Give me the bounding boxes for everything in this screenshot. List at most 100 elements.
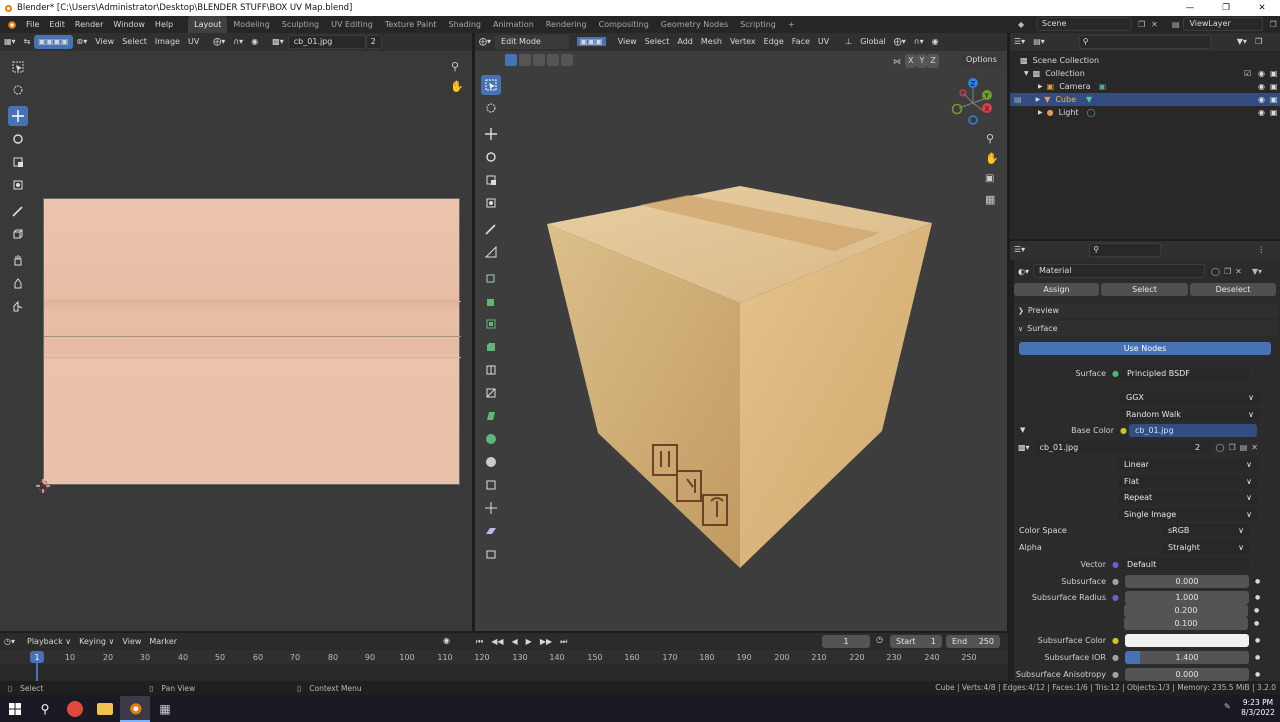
editor-type-icon[interactable]: ☰▾ <box>1010 243 1029 257</box>
pivot-icon[interactable]: ⨁▾ <box>209 35 229 49</box>
keyframe-dot-icon[interactable]: ● <box>1255 578 1260 585</box>
blender-menu-icon[interactable] <box>6 19 17 30</box>
add-workspace-icon[interactable]: + <box>782 16 801 33</box>
expand-arrow-icon[interactable]: ▶ <box>1038 83 1043 90</box>
color-space-dropdown[interactable]: sRGB ∨ <box>1162 523 1250 537</box>
blender-app-icon[interactable] <box>120 695 150 722</box>
subsurface-radius-z[interactable]: 0.100 <box>1124 616 1248 630</box>
camera-view-icon[interactable]: ▣ <box>985 173 994 184</box>
vp-menu-mesh[interactable]: Mesh <box>697 35 726 49</box>
timeline-menu-marker[interactable]: Marker <box>145 635 181 649</box>
proportional-icon[interactable]: ◉ <box>928 35 943 49</box>
panel-surface-header[interactable]: ∨ Surface <box>1014 321 1278 336</box>
select-subtract-icon[interactable] <box>533 54 545 66</box>
timeline-menu-view[interactable]: View <box>118 635 145 649</box>
filter-icon[interactable]: ▼▾ <box>1252 267 1262 276</box>
camera-render-icon[interactable]: ▣ <box>1270 69 1278 78</box>
vp-menu-face[interactable]: Face <box>788 35 814 49</box>
rip-region-tool[interactable] <box>481 544 501 564</box>
base-color-link-field[interactable]: cb_01.jpg <box>1128 423 1257 437</box>
camera-render-icon[interactable]: ▣ <box>1270 95 1278 104</box>
select-new-icon[interactable] <box>505 54 517 66</box>
play-reverse-icon[interactable]: ◀ <box>508 635 522 649</box>
close-icon[interactable]: ✕ <box>1244 3 1280 13</box>
menu-window[interactable]: Window <box>108 16 150 33</box>
unlink-image-icon[interactable]: ✕ <box>1251 443 1258 452</box>
zoom-icon[interactable]: ⚲ <box>451 60 459 73</box>
select-mode-icons[interactable]: ▣▣▣▣ <box>34 35 73 49</box>
snap-icon[interactable]: ∩▾ <box>229 35 247 49</box>
open-folder-icon[interactable]: ▤ <box>1240 443 1248 452</box>
select-button[interactable]: Select <box>1101 282 1188 296</box>
interpolation-dropdown[interactable]: Linear ∨ <box>1118 457 1258 471</box>
image-users-count[interactable]: 2 <box>365 35 382 49</box>
editor-type-icon[interactable]: ⨁▾ <box>475 35 495 49</box>
scale-tool[interactable] <box>8 152 28 172</box>
expand-arrow-icon[interactable]: ▼ <box>1020 426 1034 434</box>
minimize-icon[interactable]: — <box>1172 3 1208 13</box>
menu-help[interactable]: Help <box>150 16 178 33</box>
source-dropdown[interactable]: Single Image ∨ <box>1118 507 1258 521</box>
image-browse-icon[interactable]: ▩▾ <box>268 35 288 49</box>
tab-scripting[interactable]: Scripting <box>734 16 782 33</box>
tab-shading[interactable]: Shading <box>442 16 487 33</box>
surface-shader-field[interactable]: Principled BSDF <box>1120 366 1249 380</box>
tab-animation[interactable]: Animation <box>487 16 540 33</box>
material-name-field[interactable]: Material <box>1033 264 1205 278</box>
tab-uv-editing[interactable]: UV Editing <box>325 16 379 33</box>
pin-icon[interactable]: ⋮ <box>1253 243 1269 257</box>
loop-cut-tool[interactable] <box>481 360 501 380</box>
start-frame-field[interactable]: Start 1 <box>890 635 942 648</box>
shrink-fatten-tool[interactable] <box>481 498 501 518</box>
uv-sync-icon[interactable]: ⇆ <box>20 35 35 49</box>
tab-compositing[interactable]: Compositing <box>593 16 655 33</box>
timeline-menu-playback[interactable]: Playback ∨ <box>23 635 75 649</box>
deselect-button[interactable]: Deselect <box>1190 282 1276 296</box>
duplicate-material-icon[interactable]: ❐ <box>1224 267 1231 276</box>
mirror-x-toggle[interactable]: X <box>905 54 917 68</box>
perspective-grid-icon[interactable]: ▦ <box>985 193 995 206</box>
menu-edit[interactable]: Edit <box>44 16 70 33</box>
inset-tool[interactable] <box>481 314 501 334</box>
keyframe-dot-icon[interactable]: ● <box>1255 594 1260 601</box>
transform-tool[interactable] <box>8 175 28 195</box>
snap-icon[interactable]: ∩▾ <box>910 35 928 49</box>
pen-tray-icon[interactable]: ✎ <box>1224 702 1231 711</box>
annotate-tool[interactable] <box>8 201 28 221</box>
view-layer-icon[interactable]: ▤ <box>1172 20 1180 29</box>
pinch-tool[interactable] <box>8 296 28 316</box>
start-windows-icon[interactable] <box>0 696 30 722</box>
pan-hand-icon[interactable]: ✋ <box>985 152 999 165</box>
vp-menu-add[interactable]: Add <box>673 35 697 49</box>
relax-tool[interactable] <box>8 273 28 293</box>
fake-user-icon[interactable]: ◯ <box>1216 443 1225 452</box>
outliner-search-input[interactable]: ⚲ <box>1078 35 1211 49</box>
navigation-gizmo[interactable]: Z Y X <box>951 77 997 127</box>
mode-selector[interactable]: Edit Mode <box>495 35 570 49</box>
extension-dropdown[interactable]: Repeat ∨ <box>1118 490 1258 504</box>
play-icon[interactable]: ▶ <box>522 635 536 649</box>
subsurface-anisotropy-field[interactable]: 0.000 <box>1124 667 1249 681</box>
eye-icon[interactable]: ◉ <box>1258 95 1265 104</box>
camera-render-icon[interactable]: ▣ <box>1270 82 1278 91</box>
duplicate-image-icon[interactable]: ❐ <box>1229 443 1236 452</box>
new-collection-icon[interactable]: ❐ <box>1251 35 1266 49</box>
tab-layout[interactable]: Layout <box>188 16 228 33</box>
select-invert-icon[interactable] <box>547 54 559 66</box>
tab-geometry-nodes[interactable]: Geometry Nodes <box>655 16 734 33</box>
orientation-icon[interactable]: ⊥ <box>841 35 856 49</box>
outliner-row-collection[interactable]: ▼ ▩ Collection ☑ ◉ ▣ <box>1024 67 1278 80</box>
eye-icon[interactable]: ◉ <box>1258 82 1265 91</box>
current-frame-field[interactable]: 1 <box>822 635 870 648</box>
keyframe-dot-icon[interactable]: ● <box>1254 607 1259 614</box>
scale-tool[interactable] <box>481 170 501 190</box>
remove-scene-icon[interactable]: ✕ <box>1151 20 1158 29</box>
tab-sculpting[interactable]: Sculpting <box>276 16 325 33</box>
options-dropdown[interactable]: Options <box>961 54 1001 68</box>
grab-tool[interactable] <box>8 250 28 270</box>
uv-menu-image[interactable]: Image <box>151 35 184 49</box>
expand-arrow-icon[interactable]: ▼ <box>1024 70 1029 77</box>
prev-keyframe-icon[interactable]: ◀◀ <box>487 635 507 649</box>
keyframe-dot-icon[interactable]: ● <box>1255 671 1260 678</box>
eye-icon[interactable]: ◉ <box>1258 69 1265 78</box>
